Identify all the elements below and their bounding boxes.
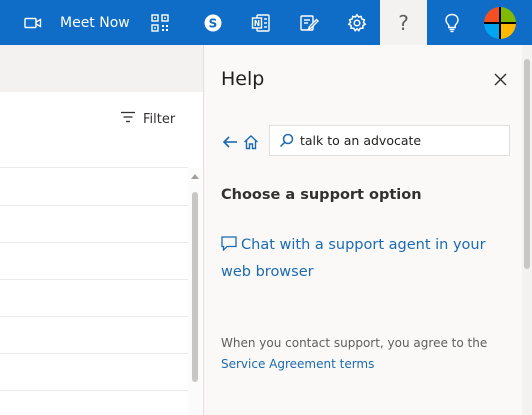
svg-text:S: S xyxy=(209,16,218,30)
filter-button[interactable]: Filter xyxy=(121,110,175,128)
meet-now-button[interactable]: Meet Now xyxy=(60,0,130,45)
home-icon[interactable] xyxy=(242,133,260,151)
scrollbar-thumb[interactable] xyxy=(192,192,198,382)
list-divider xyxy=(0,205,188,206)
question-icon: ? xyxy=(398,10,409,35)
support-option-heading: Choose a support option xyxy=(221,187,422,203)
close-icon[interactable] xyxy=(490,69,510,89)
help-search-box[interactable] xyxy=(269,125,510,156)
chat-bubble-icon xyxy=(221,235,237,260)
help-scrollbar-thumb[interactable] xyxy=(524,59,530,269)
help-scrollbar[interactable] xyxy=(522,45,532,415)
svg-text:N: N xyxy=(254,19,260,28)
message-list xyxy=(0,92,203,415)
support-disclaimer: When you contact support, you agree to t… xyxy=(221,333,511,375)
command-bar xyxy=(0,45,203,92)
gear-icon[interactable] xyxy=(344,0,370,45)
chat-support-link-text[interactable]: Chat with a support agent in your web br… xyxy=(221,237,486,280)
search-icon xyxy=(274,126,298,155)
list-divider xyxy=(0,316,188,317)
help-title: Help xyxy=(221,68,265,90)
back-arrow-icon[interactable] xyxy=(221,133,239,151)
list-divider xyxy=(0,242,188,243)
list-scrollbar[interactable] xyxy=(188,168,202,415)
skype-icon[interactable]: S xyxy=(200,0,226,45)
help-search-input[interactable] xyxy=(298,133,500,148)
service-agreement-link[interactable]: Service Agreement terms xyxy=(221,357,374,371)
avatar[interactable] xyxy=(480,0,520,45)
scroll-up-icon[interactable] xyxy=(191,174,199,179)
lightbulb-icon[interactable] xyxy=(432,0,472,45)
filter-icon xyxy=(121,111,135,127)
help-button[interactable]: ? xyxy=(380,0,427,45)
onenote-icon[interactable]: N xyxy=(248,0,274,45)
list-divider xyxy=(0,353,188,354)
help-panel: Help Choose a support option Chat with a… xyxy=(203,45,532,415)
tasks-icon[interactable] xyxy=(296,0,322,45)
filter-label: Filter xyxy=(143,111,176,127)
list-divider xyxy=(0,279,188,280)
list-divider xyxy=(0,167,188,168)
list-divider xyxy=(0,390,188,391)
disclaimer-text: When you contact support, you agree to t… xyxy=(221,336,488,350)
qr-code-icon[interactable] xyxy=(150,0,170,45)
chat-support-link[interactable]: Chat with a support agent in your web br… xyxy=(221,233,506,285)
top-bar: Meet Now S N ? xyxy=(0,0,532,45)
video-icon[interactable] xyxy=(24,0,42,45)
